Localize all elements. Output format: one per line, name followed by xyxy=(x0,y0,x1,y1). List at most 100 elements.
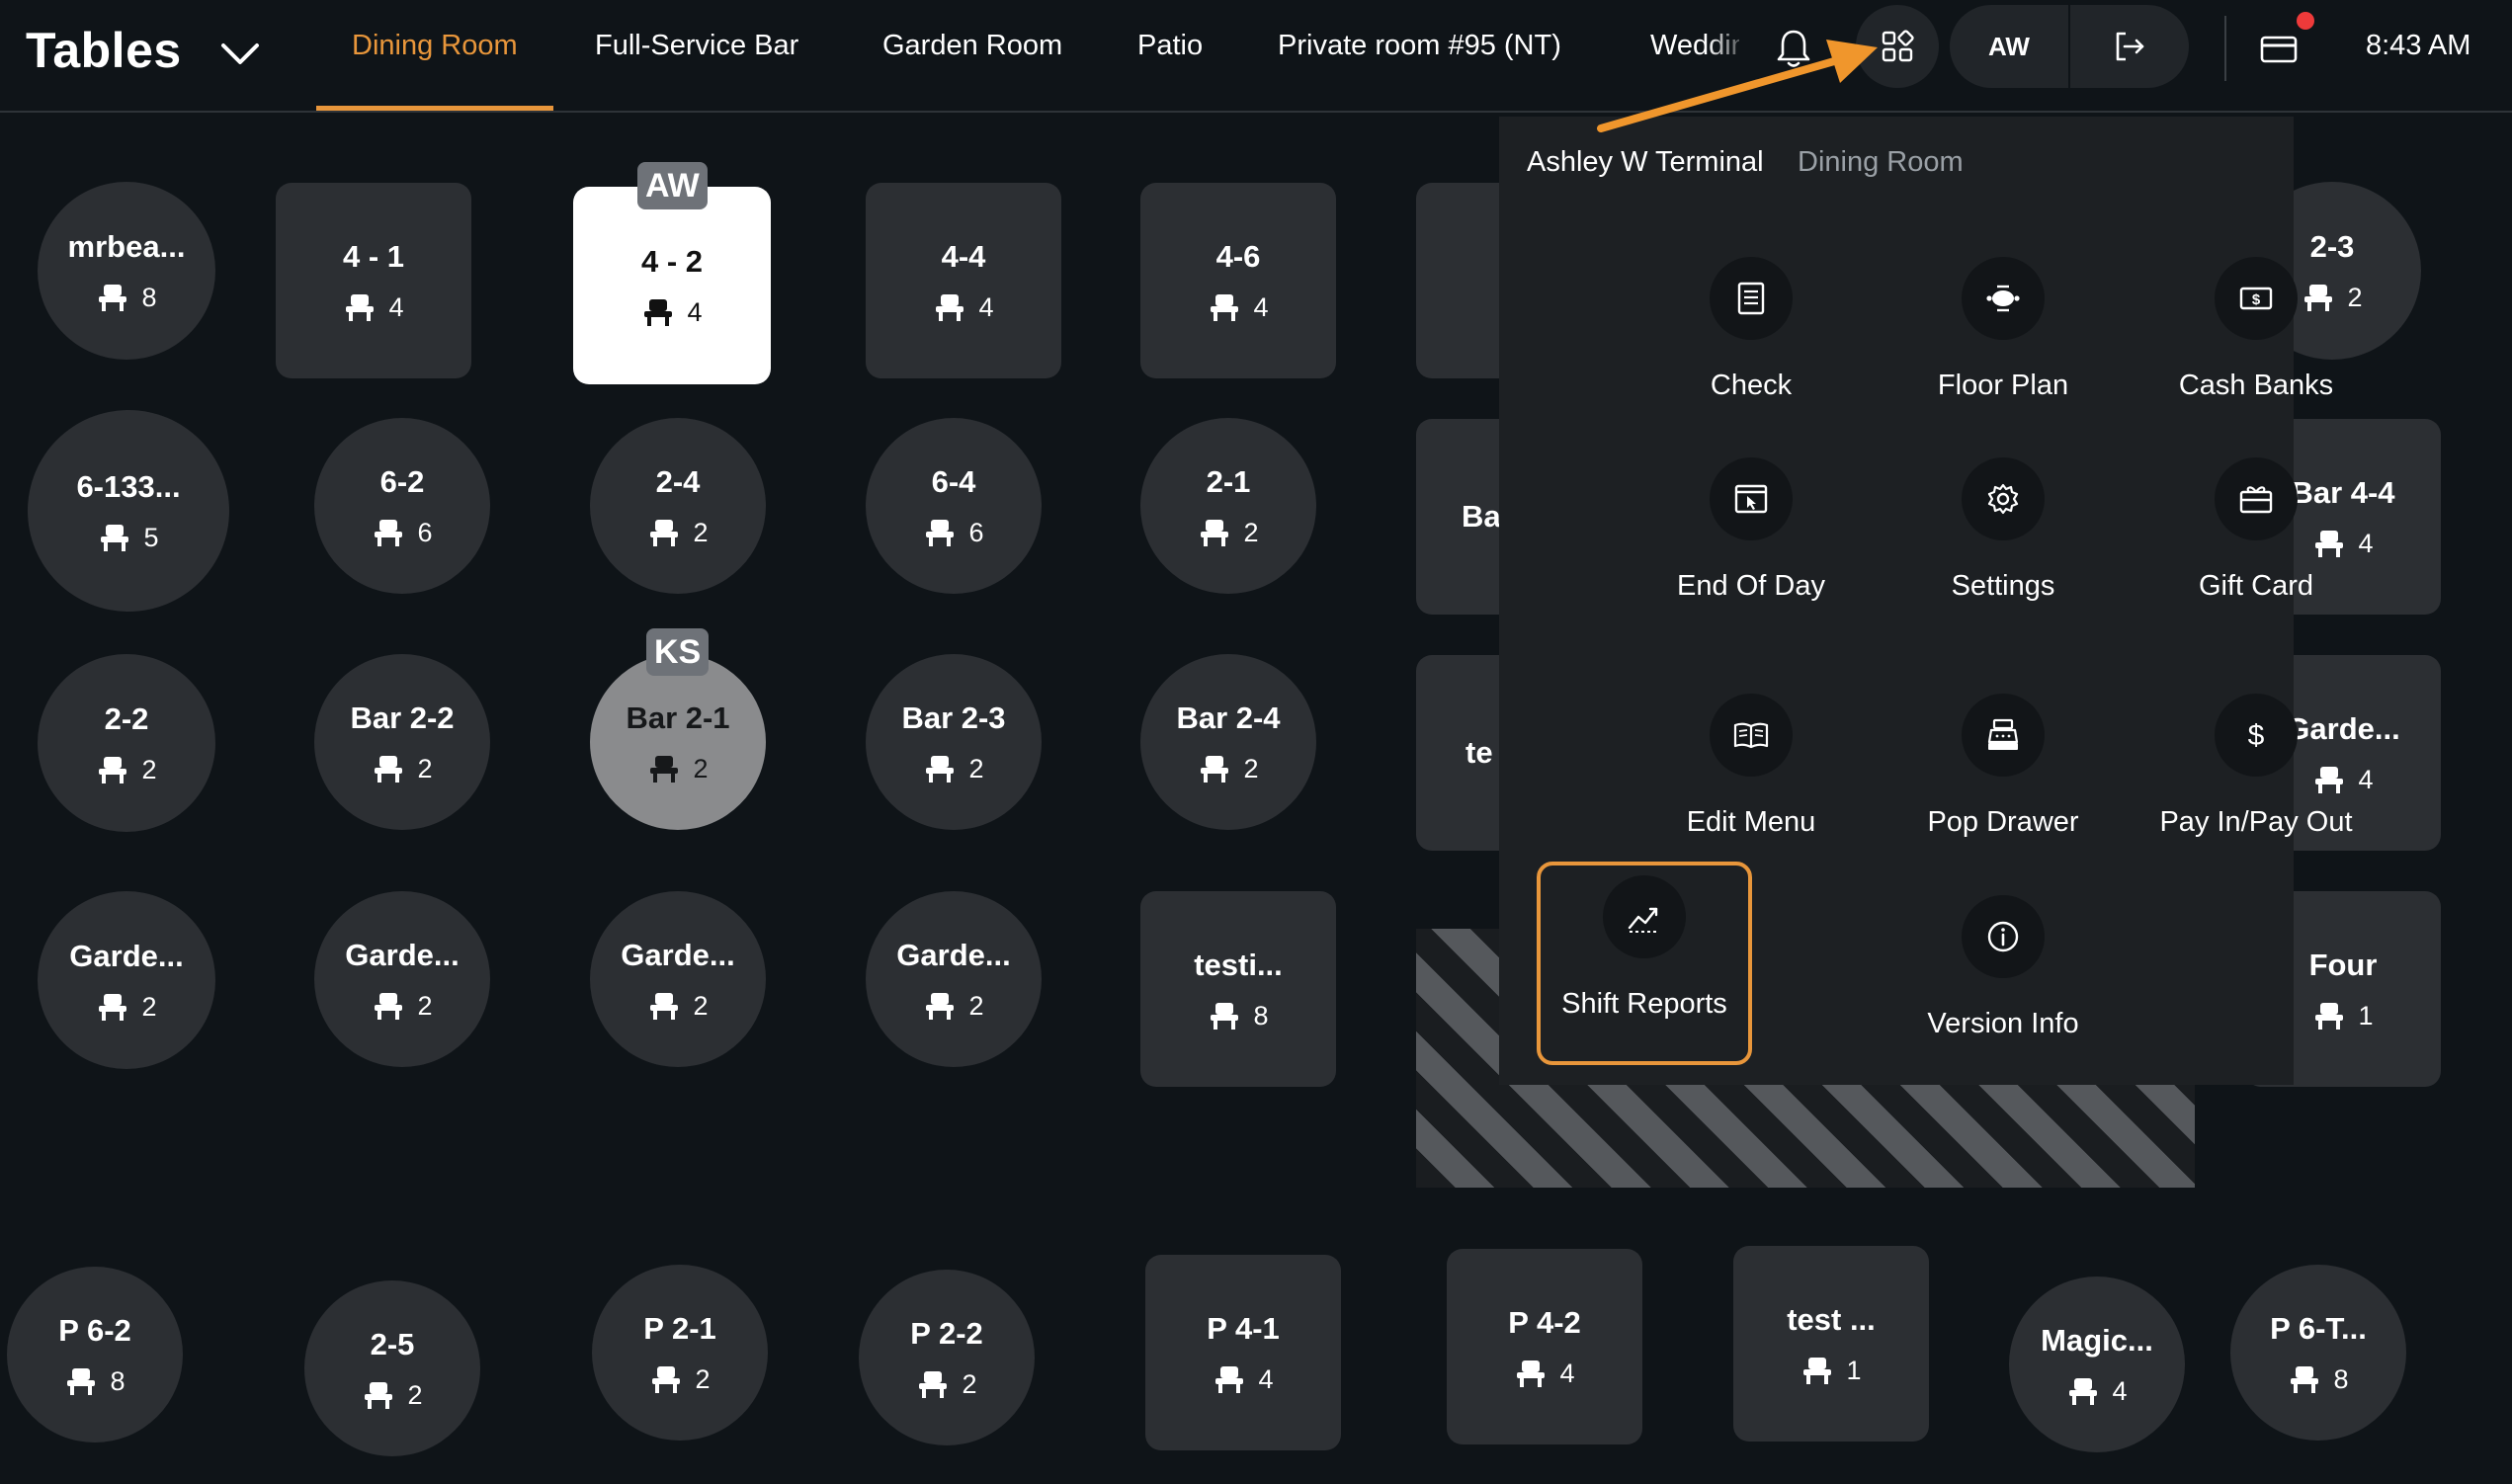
chair-icon xyxy=(919,1371,948,1398)
menu-item-gift-card[interactable]: Gift Card xyxy=(2148,444,2364,647)
chair-icon xyxy=(1201,520,1229,546)
menu-icon-wrap xyxy=(1710,257,1793,340)
table[interactable]: P 4-2 4 xyxy=(1447,1249,1642,1444)
seat-count: 2 xyxy=(1243,753,1259,783)
tab-full-service-bar[interactable]: Full-Service Bar xyxy=(595,0,798,111)
menu-item-settings[interactable]: Settings xyxy=(1895,444,2111,647)
table-seats: 8 xyxy=(1208,1001,1269,1031)
tab-patio[interactable]: Patio xyxy=(1137,0,1203,111)
table[interactable]: P 6-2 8 xyxy=(7,1267,183,1443)
table[interactable]: Bar 2-3 2 xyxy=(866,654,1042,830)
logout-button[interactable] xyxy=(2070,5,2189,88)
seat-count: 4 xyxy=(978,291,994,322)
table-name: te xyxy=(1465,735,1493,770)
table-name: 4 - 1 xyxy=(342,238,405,274)
table[interactable]: 4-6 4 xyxy=(1140,183,1336,378)
table[interactable]: 2-5 2 xyxy=(304,1280,480,1456)
table[interactable]: P 6-T... 8 xyxy=(2230,1265,2406,1441)
table-name: Magic... xyxy=(2041,1322,2153,1358)
top-bar: Tables Dining Room Full-Service Bar Gard… xyxy=(0,0,2512,113)
table-name: Ba xyxy=(1462,499,1501,534)
seat-count: 2 xyxy=(962,1368,977,1399)
tab-private-room[interactable]: Private room #95 (NT) xyxy=(1278,0,1561,111)
table[interactable]: Magic... 4 xyxy=(2009,1277,2185,1452)
table-name: P 6-2 xyxy=(58,1312,131,1348)
table[interactable]: 6-2 6 xyxy=(314,418,490,594)
header-divider xyxy=(2224,16,2226,81)
table-seats: 6 xyxy=(372,518,433,548)
menu-item-pop-drawer[interactable]: Pop Drawer xyxy=(1895,680,2111,883)
menu-item-label: Cash Banks xyxy=(2178,370,2334,401)
menu-item-shift-reports[interactable]: Shift Reports xyxy=(1537,862,1752,1065)
bell-icon[interactable] xyxy=(1775,28,1812,69)
menu-icon-wrap: $ xyxy=(2215,694,2298,777)
table[interactable]: 6-133... 5 xyxy=(28,410,229,612)
menu-item-version-info[interactable]: Version Info xyxy=(1895,881,2111,1085)
table-name: 6-2 xyxy=(379,463,425,499)
table[interactable]: 6-4 6 xyxy=(866,418,1042,594)
credit-card-icon[interactable] xyxy=(2259,30,2299,69)
chair-icon xyxy=(2291,1366,2319,1393)
table-name: 4 - 2 xyxy=(640,243,704,279)
seat-count: 2 xyxy=(968,753,984,783)
table[interactable]: Bar 2-4 2 xyxy=(1140,654,1316,830)
user-button[interactable]: AW xyxy=(1950,5,2068,88)
table-name: Garde... xyxy=(621,937,735,972)
table[interactable]: 4 - 1 4 xyxy=(276,183,471,378)
table-name: P 4-2 xyxy=(1508,1304,1581,1340)
table[interactable]: Bar 2-2 2 xyxy=(314,654,490,830)
table-seats: 2 xyxy=(1198,753,1259,784)
tab-wedding[interactable]: Wedding xyxy=(1650,0,1739,111)
table-selected[interactable]: 4 - 2 4 xyxy=(573,187,771,384)
table[interactable]: Garde... 2 xyxy=(38,891,215,1069)
menu-item-pay-in-pay-out[interactable]: $ Pay In/Pay Out xyxy=(2148,680,2364,883)
chevron-down-icon[interactable] xyxy=(215,30,265,79)
cash-register-icon xyxy=(1987,718,2019,750)
chair-icon xyxy=(644,299,673,326)
svg-text:$: $ xyxy=(2248,719,2265,752)
table-seats: 2 xyxy=(372,754,433,784)
table-seats: 6 xyxy=(923,518,984,548)
server-badge: KS xyxy=(646,628,710,676)
seat-count: 2 xyxy=(407,1379,423,1410)
table[interactable]: Garde... 2 xyxy=(314,891,490,1067)
table[interactable]: P 2-1 2 xyxy=(592,1265,768,1441)
clock: 8:43 AM xyxy=(2366,30,2471,61)
table[interactable]: Garde... 2 xyxy=(590,891,766,1067)
table[interactable]: P 2-2 2 xyxy=(859,1270,1035,1445)
tab-garden-room[interactable]: Garden Room xyxy=(882,0,1062,111)
table[interactable]: 2-4 2 xyxy=(590,418,766,594)
table[interactable]: test ... 1 xyxy=(1733,1246,1929,1442)
table[interactable]: Garde... 2 xyxy=(866,891,1042,1067)
chair-icon xyxy=(1211,1003,1239,1030)
apps-menu-button[interactable] xyxy=(1856,5,1939,88)
table-icon xyxy=(1986,285,2020,312)
seat-count: 2 xyxy=(141,754,157,784)
table-seats: 2 xyxy=(372,991,433,1022)
chair-icon xyxy=(1201,756,1229,783)
table[interactable]: mrbea... 8 xyxy=(38,182,215,360)
menu-item-edit-menu[interactable]: Edit Menu xyxy=(1643,680,1859,883)
table-seats: 2 xyxy=(647,754,709,784)
menu-item-end-of-day[interactable]: End Of Day xyxy=(1643,444,1859,647)
chair-icon xyxy=(650,520,679,546)
table-occupied[interactable]: Bar 2-1 2 xyxy=(590,654,766,830)
table-name: testi... xyxy=(1194,947,1283,982)
table[interactable]: 4-4 4 xyxy=(866,183,1061,378)
table[interactable]: 2-2 2 xyxy=(38,654,215,832)
table-seats: 8 xyxy=(2288,1364,2349,1395)
table[interactable]: P 4-1 4 xyxy=(1145,1255,1341,1450)
table-seats: 4 xyxy=(1213,1364,1274,1395)
menu-item-check[interactable]: Check xyxy=(1643,243,1859,447)
table[interactable]: testi... 8 xyxy=(1140,891,1336,1087)
menu-item-cash-banks[interactable]: $ Cash Banks xyxy=(2148,243,2364,447)
table[interactable]: 2-1 2 xyxy=(1140,418,1316,594)
table-name: 4-6 xyxy=(1215,238,1261,274)
table-seats: 4 xyxy=(1208,292,1269,323)
tab-dining-room[interactable]: Dining Room xyxy=(316,0,553,111)
table-name: Bar 2-4 xyxy=(1176,700,1281,735)
chair-icon xyxy=(926,756,955,783)
menu-item-floor-plan[interactable]: Floor Plan xyxy=(1895,243,2111,447)
table-seats: 1 xyxy=(2312,1001,2374,1031)
table-seats: 2 xyxy=(649,1364,711,1395)
